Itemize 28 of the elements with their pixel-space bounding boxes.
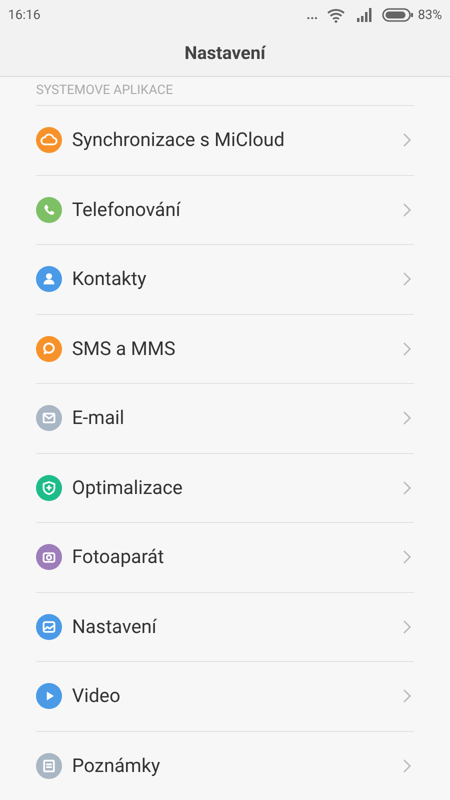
chevron-icon [402, 480, 412, 496]
more-indicator: ... [306, 6, 318, 25]
chevron-icon [402, 340, 412, 357]
chevron-icon [402, 758, 412, 774]
settings-item[interactable]: Synchronizace s MiCloud [36, 105, 414, 174]
settings-item[interactable]: Optimalizace [36, 452, 414, 522]
chevron-icon [402, 549, 412, 566]
wifi-icon [326, 7, 346, 24]
page-title: Nastavení [184, 42, 266, 66]
chevron-icon [402, 271, 412, 288]
settings-item[interactable]: E-mail [36, 383, 414, 452]
battery-percent: 83% [418, 6, 442, 25]
settings-item[interactable]: SMS a MMS [36, 314, 414, 383]
status-time: 16:16 [8, 6, 40, 25]
chevron-icon [402, 202, 412, 218]
chevron-icon [402, 410, 412, 426]
chevron-icon [402, 618, 412, 635]
signal-icon [356, 8, 374, 22]
settings-item[interactable]: Poznámky [36, 730, 414, 800]
battery-icon [382, 8, 414, 22]
settings-item[interactable]: Kontakty [36, 244, 414, 314]
settings-item[interactable]: Fotoaparát [36, 522, 414, 592]
chevron-icon [402, 132, 412, 148]
chevron-icon [402, 688, 412, 704]
settings-item[interactable]: Video [36, 661, 414, 730]
section-title: SYSTEMOVE APLIKACE [36, 82, 173, 100]
settings-item[interactable]: Nastavení [36, 592, 414, 661]
settings-item[interactable]: Telefonování [36, 174, 414, 244]
